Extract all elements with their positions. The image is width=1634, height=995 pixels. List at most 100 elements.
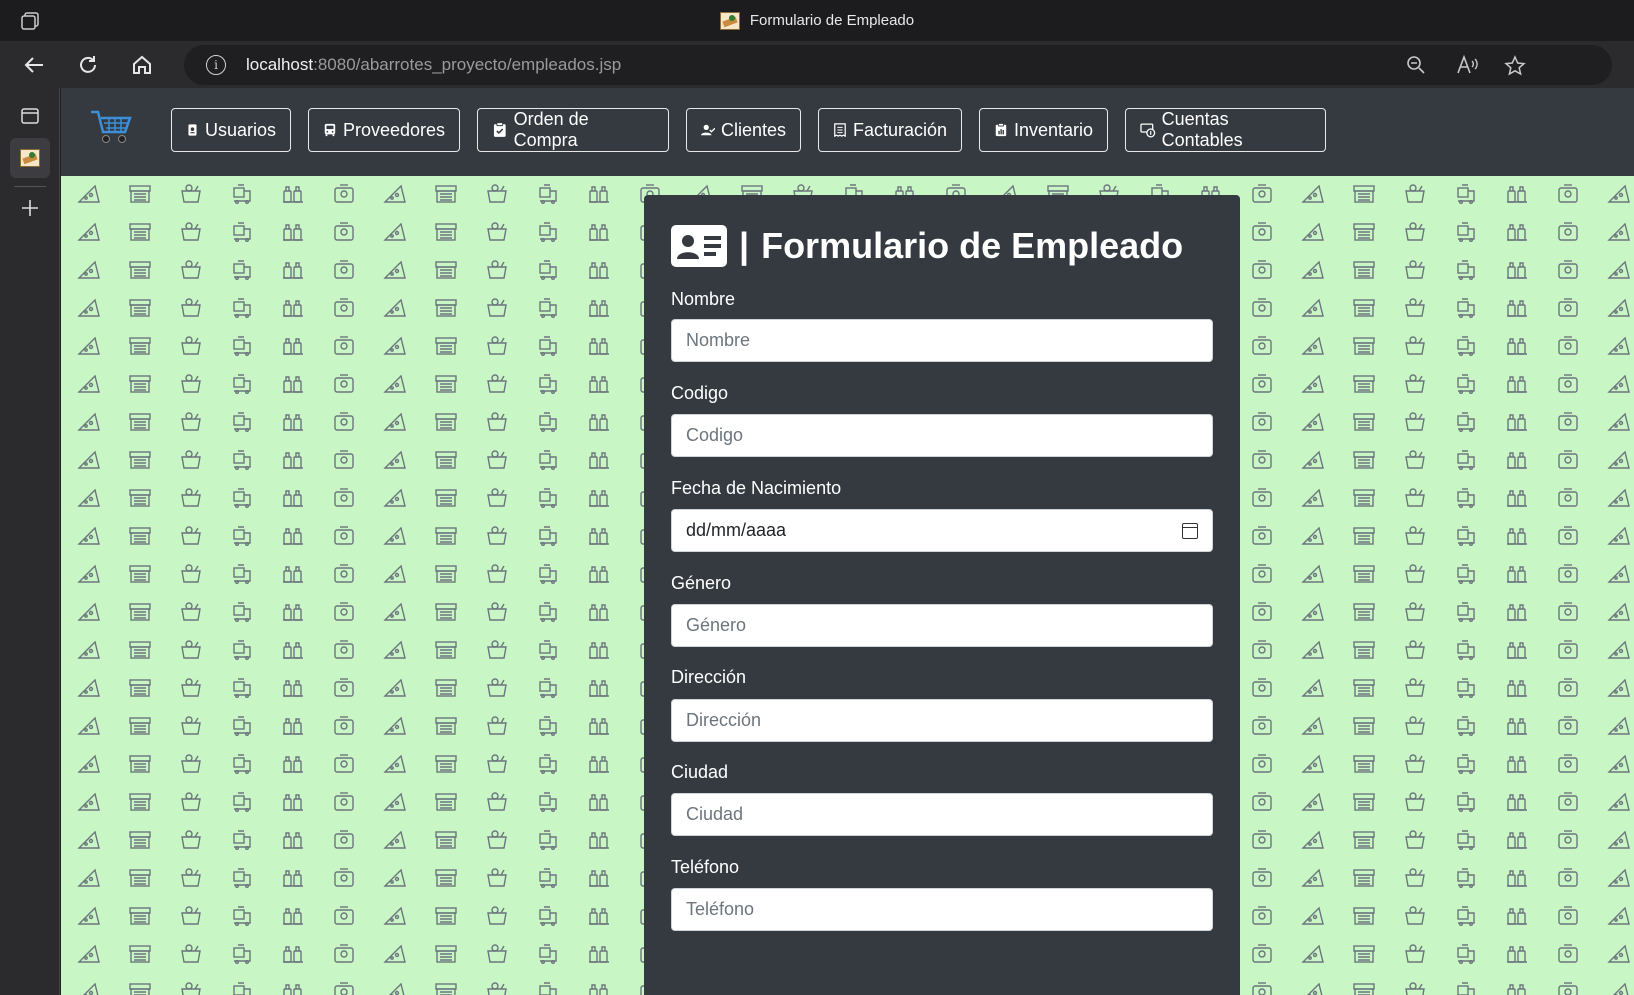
pattern-icon bbox=[181, 222, 201, 241]
pattern-icon bbox=[1457, 944, 1475, 964]
nav-proveedores-button[interactable]: Proveedores bbox=[308, 108, 460, 152]
pattern-icon bbox=[1252, 754, 1272, 773]
pattern-icon bbox=[1558, 868, 1578, 887]
pattern-icon bbox=[1506, 794, 1528, 811]
pattern-icon bbox=[435, 869, 457, 887]
pattern-icon bbox=[1457, 374, 1475, 394]
pattern-icon bbox=[1608, 489, 1630, 507]
pattern-icon bbox=[539, 222, 557, 243]
pattern-icon bbox=[129, 375, 151, 393]
active-tab-favicon-icon[interactable] bbox=[10, 138, 50, 178]
pattern-icon bbox=[1506, 642, 1528, 659]
pattern-icon bbox=[181, 298, 201, 317]
genero-input[interactable]: Género bbox=[671, 604, 1213, 647]
pattern-icon bbox=[1558, 830, 1578, 849]
pattern-icon bbox=[1457, 260, 1475, 280]
ciudad-label: Ciudad bbox=[671, 762, 729, 782]
home-icon[interactable] bbox=[127, 50, 157, 80]
pattern-icon bbox=[1405, 374, 1425, 393]
pattern-icon bbox=[129, 299, 151, 317]
pattern-icon bbox=[1506, 224, 1528, 241]
telefono-input[interactable]: Teléfono bbox=[671, 888, 1213, 931]
pattern-icon bbox=[1353, 983, 1375, 995]
pattern-icon bbox=[282, 642, 304, 659]
shopping-cart-logo-icon[interactable] bbox=[89, 106, 135, 146]
pattern-icon bbox=[233, 602, 251, 622]
pattern-icon bbox=[384, 755, 406, 773]
nombre-input[interactable]: Nombre bbox=[671, 319, 1213, 362]
sidebar-panel-icon[interactable] bbox=[10, 96, 50, 136]
pattern-icon bbox=[384, 565, 406, 583]
pattern-icon bbox=[334, 906, 354, 925]
pattern-icon bbox=[588, 490, 610, 507]
address-bar[interactable]: i localhost:8080/abarrotes_proyecto/empl… bbox=[184, 45, 1612, 85]
url-text[interactable]: localhost:8080/abarrotes_proyecto/emplea… bbox=[246, 55, 621, 75]
pattern-icon bbox=[1558, 336, 1578, 355]
pattern-icon bbox=[1252, 640, 1272, 659]
pattern-icon bbox=[78, 869, 100, 887]
pattern-icon bbox=[487, 906, 507, 925]
pattern-icon bbox=[181, 526, 201, 545]
nav-usuarios-button[interactable]: Usuarios bbox=[171, 108, 291, 152]
pattern-icon bbox=[487, 526, 507, 545]
person-vcard-icon bbox=[671, 225, 727, 267]
pattern-icon bbox=[233, 716, 251, 736]
pattern-icon bbox=[1558, 564, 1578, 583]
pattern-icon bbox=[129, 755, 151, 773]
pattern-icon bbox=[539, 906, 557, 926]
new-tab-plus-icon[interactable] bbox=[10, 188, 50, 228]
pattern-icon bbox=[1608, 451, 1630, 469]
ciudad-input[interactable]: Ciudad bbox=[671, 793, 1213, 836]
pattern-icon bbox=[129, 793, 151, 811]
pattern-icon bbox=[487, 336, 507, 355]
site-info-icon[interactable]: i bbox=[206, 55, 226, 75]
pattern-icon bbox=[78, 337, 100, 355]
back-arrow-icon[interactable] bbox=[19, 50, 49, 80]
pattern-icon bbox=[1302, 451, 1324, 469]
nav-clientes-button[interactable]: Clientes bbox=[686, 108, 801, 152]
pattern-icon bbox=[1353, 679, 1375, 697]
pattern-icon bbox=[1302, 603, 1324, 621]
pattern-icon bbox=[1506, 566, 1528, 583]
calendar-icon[interactable] bbox=[1182, 522, 1198, 539]
pattern-icon bbox=[1457, 830, 1475, 850]
zoom-out-icon[interactable] bbox=[1406, 55, 1426, 80]
pattern-icon bbox=[487, 450, 507, 469]
pattern-icon bbox=[1506, 376, 1528, 393]
pattern-icon bbox=[334, 564, 354, 583]
nav-facturacion-button[interactable]: Facturación bbox=[818, 108, 962, 152]
cash-coin-icon bbox=[1140, 123, 1156, 138]
pattern-icon bbox=[334, 260, 354, 279]
pattern-icon bbox=[1506, 756, 1528, 773]
fecha-nacimiento-input[interactable]: dd/mm/aaaa bbox=[671, 509, 1213, 552]
pattern-icon bbox=[334, 526, 354, 545]
pattern-icon bbox=[1457, 678, 1475, 698]
pattern-icon bbox=[1302, 413, 1324, 431]
pattern-icon bbox=[588, 718, 610, 735]
favorite-star-icon[interactable] bbox=[1504, 55, 1526, 82]
pattern-icon bbox=[1506, 604, 1528, 621]
refresh-icon[interactable] bbox=[73, 50, 103, 80]
pattern-icon bbox=[181, 260, 201, 279]
pattern-icon bbox=[1457, 868, 1475, 888]
nav-inventario-button[interactable]: Inventario bbox=[979, 108, 1108, 152]
direccion-input[interactable]: Dirección bbox=[671, 699, 1213, 742]
pattern-icon bbox=[384, 945, 406, 963]
pattern-icon bbox=[233, 982, 251, 995]
pattern-icon bbox=[1457, 184, 1475, 205]
nav-cuentas-contables-button[interactable]: Cuentas Contables bbox=[1125, 108, 1326, 152]
pattern-icon bbox=[1457, 792, 1475, 812]
pattern-icon bbox=[1252, 222, 1272, 241]
pattern-icon bbox=[1558, 374, 1578, 393]
pattern-icon bbox=[1302, 945, 1324, 963]
pattern-icon bbox=[1608, 717, 1630, 735]
pattern-icon bbox=[1353, 413, 1375, 431]
pattern-icon bbox=[384, 299, 406, 317]
nav-orden-compra-button[interactable]: Orden de Compra bbox=[477, 108, 669, 152]
codigo-input[interactable]: Codigo bbox=[671, 414, 1213, 457]
pattern-icon bbox=[1608, 755, 1630, 773]
read-aloud-icon[interactable] bbox=[1456, 54, 1478, 80]
pattern-icon bbox=[1405, 716, 1425, 735]
pattern-icon bbox=[1457, 602, 1475, 622]
pattern-icon bbox=[233, 944, 251, 964]
